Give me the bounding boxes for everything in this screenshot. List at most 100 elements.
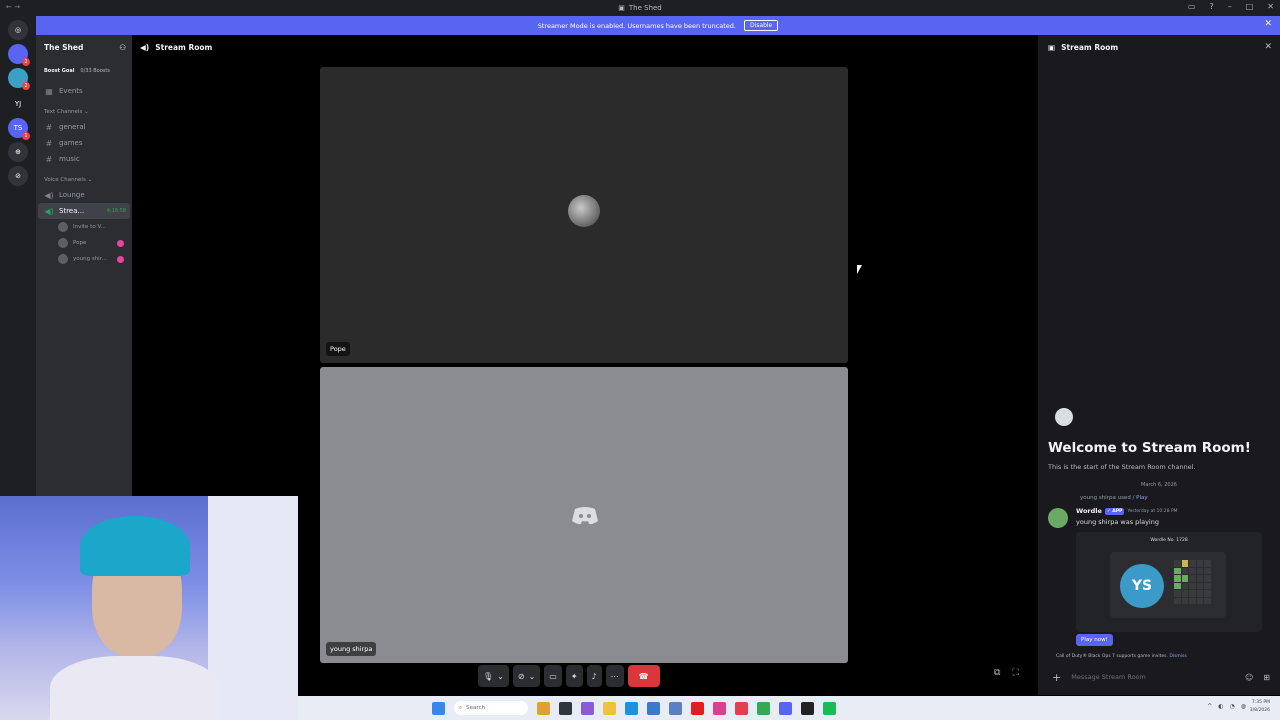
avatar <box>58 254 68 264</box>
wordle-card[interactable]: YS <box>1110 552 1226 618</box>
events-item[interactable]: ▦ Events <box>36 83 132 99</box>
screenshare-button[interactable]: ▭ <box>544 665 562 687</box>
boost-count: 0/33 Boosts <box>80 68 110 74</box>
channel-general[interactable]: # general <box>36 119 132 135</box>
boost-goal[interactable]: Boost Goal 0/33 Boosts <box>42 65 126 77</box>
inbox-icon[interactable]: ▭ <box>1188 2 1196 11</box>
channel-games[interactable]: # games <box>36 135 132 151</box>
server-list: ◎ 2 2 YJ TS 1 ⊕ ⊘ <box>0 16 36 496</box>
guild-header[interactable]: The Shed ⚇ <box>36 35 132 59</box>
minimize-icon[interactable]: – <box>1228 2 1232 11</box>
maximize-icon[interactable]: □ <box>1246 2 1254 11</box>
chat-header: ▣ Stream Room ✕ <box>1038 35 1280 59</box>
folder-icon[interactable] <box>603 701 616 715</box>
chat-icon: ▣ <box>1048 42 1056 52</box>
wordle-avatar[interactable] <box>1048 508 1068 528</box>
youtube-icon[interactable] <box>691 701 704 715</box>
music-icon[interactable] <box>735 701 748 715</box>
chat-title: Stream Room <box>1061 42 1119 52</box>
close-chat-icon[interactable]: ✕ <box>1264 42 1272 52</box>
invite-to-voice[interactable]: Invite to V... <box>36 219 132 235</box>
speaker-icon: ◀) <box>140 42 150 52</box>
video-tile-young-shirpa[interactable]: young shirpa <box>320 367 848 663</box>
search-icon: ⌕ <box>459 704 463 711</box>
soundboard-button[interactable]: ♪ <box>586 665 602 687</box>
tile-name: young shirpa <box>326 642 377 656</box>
taskbar-clock[interactable]: 7:35 PM 3/8/2026 <box>1250 699 1270 715</box>
camera-button[interactable]: ⊘ ⌄ <box>512 665 541 687</box>
server-ts-label: TS <box>13 124 23 132</box>
author-name[interactable]: Wordle <box>1076 507 1102 515</box>
app-icon[interactable] <box>581 701 594 715</box>
play-now-button[interactable]: Play now! <box>1076 634 1113 646</box>
webcam-overlay <box>0 496 298 720</box>
banner-text: Streamer Mode is enabled. Usernames have… <box>537 21 736 30</box>
chat-bubble-icon <box>1055 408 1073 426</box>
instagram-icon[interactable] <box>713 701 726 715</box>
plus-icon[interactable]: + <box>1052 671 1061 684</box>
tile-name: Pope <box>326 342 350 356</box>
voice-channel-lounge[interactable]: ◀) Lounge <box>36 187 132 203</box>
system-tray[interactable]: ^ ◐ ◔ ◍ <box>1207 703 1246 710</box>
nav-arrows[interactable]: ← → <box>6 3 20 11</box>
app-icon[interactable] <box>801 701 814 715</box>
boost-goal-label: Boost Goal <box>44 68 75 74</box>
discover-icon[interactable]: ⊘ <box>8 166 28 186</box>
voice-member-pope[interactable]: Pope <box>36 235 132 251</box>
chrome-icon[interactable] <box>757 701 770 715</box>
server-icon-2[interactable]: 2 <box>8 68 30 90</box>
start-icon[interactable] <box>432 701 445 715</box>
emoji-icon[interactable]: ☺ <box>1245 673 1253 682</box>
window-title: The Shed <box>628 4 662 12</box>
hash-icon: # <box>45 154 53 164</box>
title-bar: ← → ▣ The Shed ▭ ? – □ ✕ <box>0 0 1280 16</box>
live-icon <box>117 239 124 247</box>
app-icon[interactable] <box>647 701 660 715</box>
channel-music[interactable]: # music <box>36 151 132 167</box>
close-icon[interactable]: ✕ <box>1267 2 1274 11</box>
command-link[interactable]: / Play <box>1133 495 1148 501</box>
disconnect-button[interactable]: ☎ <box>627 665 660 687</box>
app-icon[interactable] <box>537 701 550 715</box>
popout-icon[interactable]: ⧉ <box>994 668 1000 678</box>
home-icon[interactable]: ◎ <box>8 20 28 40</box>
message-input[interactable]: + Message Stream Room ☺ ⊞ <box>1046 665 1274 689</box>
taskbar: ⌕ Search ^ ◐ ◔ ◍ 7:35 PM 3/8/2026 <box>298 696 1280 720</box>
text-category[interactable]: Text Channels ⌄ <box>36 105 132 119</box>
welcome-subtext: This is the start of the Stream Room cha… <box>1048 463 1196 471</box>
taskbar-search[interactable]: ⌕ Search <box>454 701 528 715</box>
banner-close-icon[interactable]: ✕ <box>1264 19 1272 29</box>
apps-icon[interactable]: ⊞ <box>1263 673 1270 682</box>
wordle-number: Wordle No. 1728 <box>1150 538 1188 543</box>
voice-channel-stream-room[interactable]: ◀) Strea... 4:18:58 <box>38 203 130 219</box>
help-icon[interactable]: ? <box>1209 2 1213 11</box>
disable-button[interactable]: Disable <box>743 20 779 31</box>
dismiss-link[interactable]: Dismiss <box>1169 654 1186 659</box>
date-divider: March 6, 2026 <box>1141 482 1177 488</box>
edge-icon[interactable] <box>625 701 638 715</box>
server-yj[interactable]: YJ <box>8 94 28 114</box>
voice-category[interactable]: Voice Channels ⌄ <box>36 173 132 187</box>
voice-title: Stream Room <box>155 42 213 52</box>
server-ts[interactable]: TS 1 <box>8 118 30 140</box>
server-icon-1[interactable]: 2 <box>8 44 30 66</box>
webcam-background <box>208 496 298 720</box>
fullscreen-icon[interactable]: ⛶ <box>1012 668 1018 678</box>
spotify-icon[interactable] <box>823 701 836 715</box>
command-reply: young shirpa used / Play <box>1080 495 1148 501</box>
voice-member-young-shirpa[interactable]: young shir... <box>36 251 132 267</box>
invite-icon[interactable]: ⚇ <box>119 43 126 52</box>
more-button[interactable]: ⋯ <box>605 665 624 687</box>
mute-button[interactable]: 🎙 ⌄ <box>478 665 509 687</box>
activities-button[interactable]: ✦ <box>565 665 583 687</box>
discord-icon[interactable] <box>779 701 792 715</box>
channel-sidebar: The Shed ⚇ Boost Goal 0/33 Boosts ▦ Even… <box>36 35 132 496</box>
video-tile-pope[interactable]: Pope <box>320 67 848 363</box>
voice-header: ◀) Stream Room <box>132 35 1036 59</box>
app-icon[interactable] <box>669 701 682 715</box>
wordle-embed: Wordle No. 1728 YS <box>1076 532 1262 632</box>
mention-badge: 2 <box>22 58 30 66</box>
app-icon[interactable] <box>559 701 572 715</box>
more-icon: ⋯ <box>610 671 619 681</box>
add-server-icon[interactable]: ⊕ <box>8 142 28 162</box>
